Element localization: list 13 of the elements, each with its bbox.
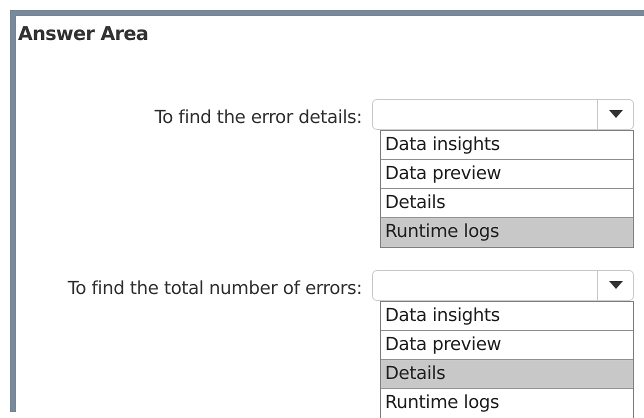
caret-icon <box>608 110 622 118</box>
dropdown[interactable] <box>372 98 634 130</box>
option-item[interactable]: Details <box>381 360 633 388</box>
question-label: To find the total number of errors: <box>66 276 363 300</box>
question-label: To find the error details: <box>154 106 363 130</box>
option-item[interactable]: Data insights <box>381 130 633 160</box>
dropdown[interactable] <box>372 270 634 300</box>
option-item[interactable]: Runtime logs <box>381 218 633 246</box>
option-item[interactable]: Data insights <box>381 302 633 330</box>
caret-icon <box>608 281 622 289</box>
option-item[interactable]: Data preview <box>381 160 633 188</box>
answer-area-title: Answer Area <box>18 22 150 47</box>
option-item[interactable]: Runtime logs <box>381 388 633 418</box>
